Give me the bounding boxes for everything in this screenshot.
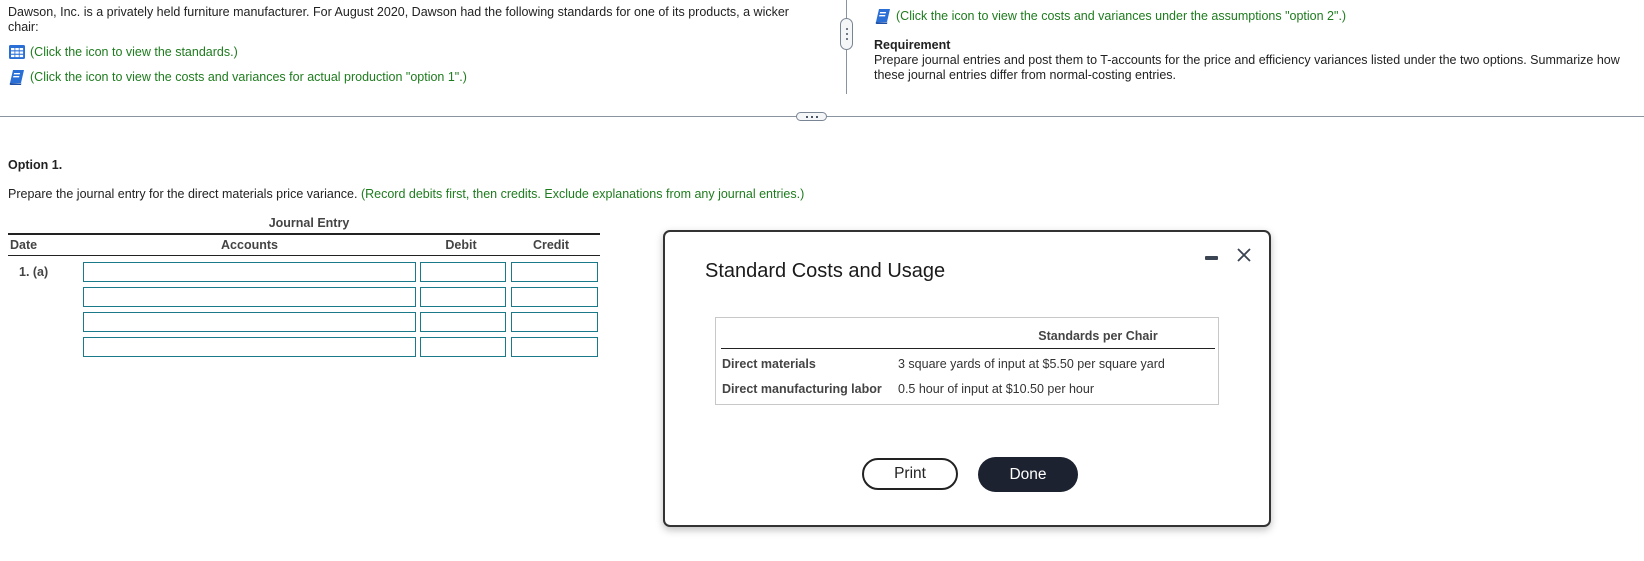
- standards-row-label: Direct materials: [722, 357, 816, 371]
- debit-input[interactable]: [420, 336, 506, 357]
- view-option2-label[interactable]: (Click the icon to view the costs and va…: [896, 9, 1346, 24]
- standards-table: Standards per Chair Direct materials 3 s…: [715, 317, 1219, 405]
- debit-input[interactable]: [420, 311, 506, 332]
- col-date: Date: [10, 238, 38, 252]
- journal-row: [8, 309, 600, 334]
- table-grid-icon[interactable]: [8, 44, 26, 60]
- header-rule: [721, 348, 1215, 349]
- requirement-text: Prepare journal entries and post them to…: [874, 53, 1620, 82]
- standard-costs-dialog: Standard Costs and Usage Standards per C…: [663, 230, 1271, 527]
- journal-title: Journal Entry: [268, 216, 350, 230]
- journal-header-row: Date Accounts Debit Credit: [8, 235, 600, 255]
- standards-row-value: 0.5 hour of input at $10.50 per hour: [898, 382, 1094, 396]
- journal-row: [8, 334, 600, 359]
- close-icon[interactable]: [1233, 244, 1255, 266]
- standards-row-value: 3 square yards of input at $5.50 per squ…: [898, 357, 1165, 371]
- minimize-button[interactable]: [1201, 246, 1223, 268]
- view-option2-link[interactable]: (Click the icon to view the costs and va…: [874, 8, 1634, 24]
- view-standards-label[interactable]: (Click the icon to view the standards.): [30, 45, 238, 60]
- done-button[interactable]: Done: [978, 457, 1078, 492]
- instruction-text: Prepare the journal entry for the direct…: [8, 187, 358, 201]
- credit-input[interactable]: [511, 286, 598, 307]
- col-debit: Debit: [445, 238, 477, 252]
- journal-row: [8, 284, 600, 309]
- print-button[interactable]: Print: [862, 458, 958, 490]
- dialog-title: Standard Costs and Usage: [705, 260, 946, 282]
- book-icon[interactable]: [874, 8, 892, 24]
- account-input[interactable]: [83, 286, 416, 307]
- credit-input[interactable]: [511, 261, 598, 282]
- intro-text: Dawson, Inc. is a privately held furnitu…: [8, 5, 789, 34]
- credit-input[interactable]: [511, 311, 598, 332]
- account-input[interactable]: [83, 261, 416, 282]
- view-standards-link[interactable]: (Click the icon to view the standards.): [8, 44, 798, 60]
- requirement-title: Requirement: [874, 38, 951, 52]
- requirement-panel: (Click the icon to view the costs and va…: [874, 8, 1634, 83]
- journal-row: 1. (a): [8, 259, 600, 284]
- debit-input[interactable]: [420, 286, 506, 307]
- horizontal-splitter-handle[interactable]: [796, 112, 827, 121]
- option-instruction: Prepare the journal entry for the direct…: [8, 187, 804, 201]
- standards-column-header: Standards per Chair: [1038, 329, 1158, 343]
- row-date: 1. (a): [19, 264, 49, 279]
- book-icon[interactable]: [8, 69, 26, 85]
- account-input[interactable]: [83, 311, 416, 332]
- credit-input[interactable]: [511, 336, 598, 357]
- view-option1-link[interactable]: (Click the icon to view the costs and va…: [8, 69, 798, 85]
- debit-input[interactable]: [420, 261, 506, 282]
- col-credit: Credit: [532, 238, 570, 252]
- option-title: Option 1.: [8, 158, 63, 172]
- vertical-splitter-handle[interactable]: [840, 18, 853, 50]
- instruction-note: (Record debits first, then credits. Excl…: [360, 187, 805, 201]
- standards-row-label: Direct manufacturing labor: [722, 382, 882, 396]
- account-input[interactable]: [83, 336, 416, 357]
- journal-entry-table: Journal Entry Date Accounts Debit Credit…: [8, 216, 600, 359]
- close-button[interactable]: [1233, 244, 1255, 266]
- minimize-icon[interactable]: [1205, 256, 1218, 260]
- problem-intro: Dawson, Inc. is a privately held furnitu…: [8, 5, 798, 85]
- standards-row: Direct manufacturing labor 0.5 hour of i…: [722, 382, 1094, 396]
- standards-row: Direct materials 3 square yards of input…: [722, 357, 1165, 371]
- col-accounts: Accounts: [221, 238, 278, 252]
- view-option1-label[interactable]: (Click the icon to view the costs and va…: [30, 70, 467, 85]
